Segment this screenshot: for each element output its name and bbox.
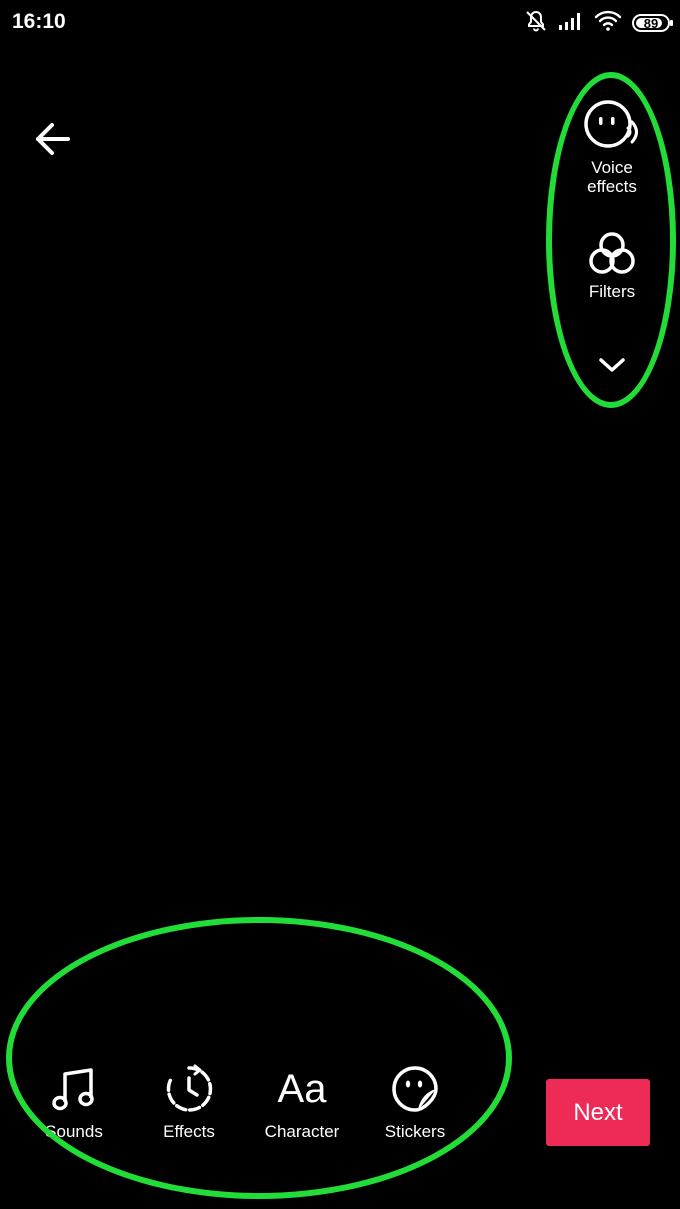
voice-effects-label: Voice effects (587, 158, 637, 196)
text-aa-icon: Aa (277, 1067, 327, 1111)
filters-button[interactable]: Filters (572, 230, 652, 301)
signal-icon (558, 11, 584, 36)
back-button[interactable] (28, 115, 76, 163)
battery-icon: 89 (632, 14, 673, 32)
status-icons: 89 (524, 8, 673, 38)
character-button[interactable]: Aa Character (247, 1064, 357, 1142)
stickers-button[interactable]: Stickers (360, 1064, 470, 1142)
chevron-down-icon (599, 358, 625, 372)
character-label: Character (264, 1122, 340, 1141)
effects-clock-icon (166, 1064, 213, 1112)
wifi-icon (594, 10, 622, 37)
voice-effects-button[interactable]: Voice effects (572, 98, 652, 196)
effects-label: Effects (163, 1122, 215, 1141)
sticker-icon (392, 1066, 438, 1112)
music-note-icon (52, 1068, 94, 1111)
effects-button[interactable]: Effects (134, 1064, 244, 1142)
filters-icon (589, 232, 635, 274)
sounds-label: Sounds (45, 1122, 103, 1141)
voice-effects-icon (584, 100, 638, 148)
stickers-label: Stickers (384, 1122, 446, 1141)
next-button[interactable]: Next (546, 1079, 650, 1146)
more-tools-button[interactable] (592, 345, 632, 385)
notifications-muted-icon (524, 9, 548, 38)
sounds-button[interactable]: Sounds (19, 1064, 129, 1142)
battery-level: 89 (643, 15, 659, 31)
filters-label: Filters (588, 282, 636, 301)
highlight-bottom-toolbar (6, 917, 512, 1199)
arrow-left-icon (36, 123, 70, 155)
status-bar: 16:10 89 (0, 0, 680, 46)
status-time: 16:10 (12, 10, 66, 33)
